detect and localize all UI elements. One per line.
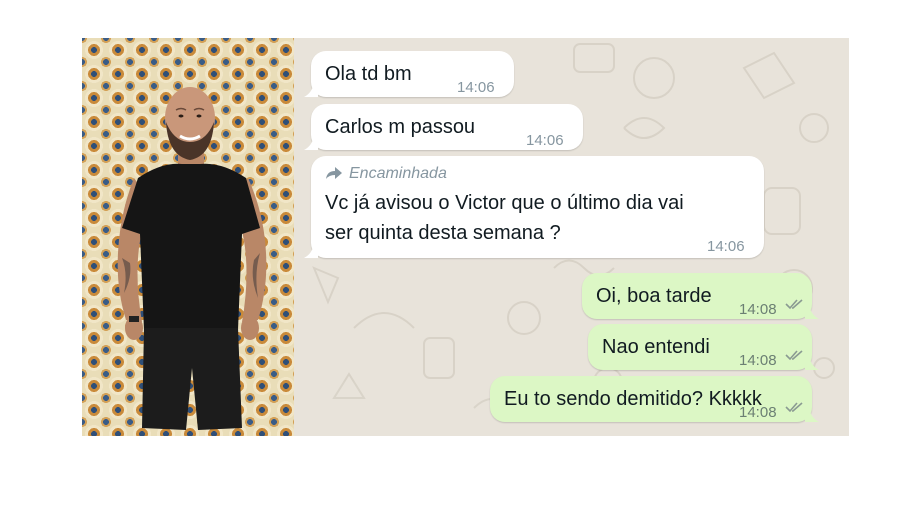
message-bubble-incoming[interactable]: Ola td bm 14:06 [304, 51, 514, 97]
message-bubble-outgoing[interactable]: Nao entendi 14:08 [588, 324, 819, 370]
message-timestamp: 14:08 [739, 352, 777, 369]
message-bubble-incoming[interactable]: Carlos m passou 14:06 [304, 104, 583, 150]
message-text: Carlos m passou [325, 116, 476, 138]
message-timestamp: 14:06 [707, 238, 745, 255]
read-receipt-icon [785, 299, 803, 310]
bubble-tail [805, 305, 819, 319]
message-timestamp: 14:08 [739, 301, 777, 318]
bubble-tail [805, 356, 819, 370]
read-receipt-icon [785, 402, 803, 413]
message-bubble-outgoing[interactable]: Eu to sendo demitido? Kkkkk 14:08 [490, 376, 819, 422]
chat-conversation[interactable]: Ola td bm 14:06 Carlos m passou 14:06 En… [294, 38, 849, 436]
forwarded-label: Encaminhada [325, 164, 447, 184]
message-bubble-outgoing[interactable]: Oi, boa tarde 14:08 [582, 273, 819, 319]
person-photo [82, 38, 294, 436]
bubble-tail [304, 83, 318, 97]
bubble-tail [805, 408, 819, 422]
message-text-line1: Vc já avisou o Victor que o último dia v… [325, 192, 684, 214]
person-figure [117, 87, 267, 430]
message-text: Eu to sendo demitido? Kkkkk [504, 388, 762, 410]
message-timestamp: 14:08 [739, 404, 777, 421]
screenshot-composite: Ola td bm 14:06 Carlos m passou 14:06 En… [82, 38, 849, 436]
forward-arrow-icon [326, 167, 342, 179]
message-timestamp: 14:06 [526, 132, 564, 149]
bubble-tail [304, 136, 318, 150]
message-text: Ola td bm [325, 63, 412, 85]
message-text: Nao entendi [602, 336, 710, 358]
message-text: Oi, boa tarde [596, 285, 712, 307]
message-timestamp: 14:06 [457, 79, 495, 96]
message-text-line2: ser quinta desta semana ? [325, 222, 561, 244]
forwarded-text: Encaminhada [349, 165, 447, 182]
bubble-tail [304, 244, 318, 258]
message-bubble-incoming-forwarded[interactable]: Encaminhada Vc já avisou o Victor que o … [304, 156, 764, 258]
read-receipt-icon [785, 350, 803, 361]
